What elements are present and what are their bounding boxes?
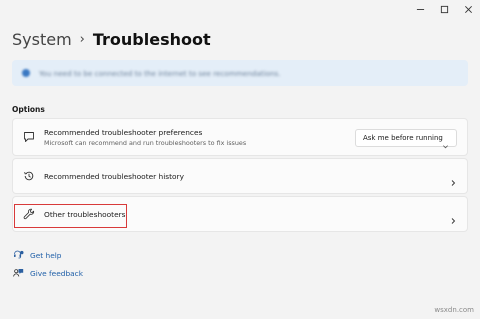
dropdown-selected-value: Ask me before running xyxy=(363,134,443,142)
card-text: Other troubleshooters xyxy=(44,210,126,219)
card-title: Recommended troubleshooter preferences xyxy=(44,127,203,137)
watermark: wsxdn.com xyxy=(434,306,474,314)
chevron-right-icon xyxy=(449,172,457,186)
page-title: Troubleshoot xyxy=(92,30,211,49)
card-text: Recommended troubleshooter history xyxy=(44,172,184,181)
chevron-right-icon xyxy=(449,210,457,224)
preferences-dropdown[interactable]: Ask me before running xyxy=(355,129,457,149)
maximize-button[interactable] xyxy=(432,0,456,18)
notice-text: You need to be connected to the internet… xyxy=(39,68,281,78)
breadcrumb: System › Troubleshoot xyxy=(12,30,211,49)
maximize-icon xyxy=(440,5,448,13)
wrench-icon xyxy=(22,207,36,221)
minimize-button[interactable] xyxy=(408,0,432,18)
help-icon xyxy=(13,250,24,261)
card-text: Recommended troubleshooter preferences M… xyxy=(44,128,246,147)
give-feedback-label: Give feedback xyxy=(30,269,84,278)
give-feedback-link[interactable]: Give feedback xyxy=(13,268,83,279)
card-subtitle: Microsoft can recommend and run troubles… xyxy=(44,138,247,147)
minimize-icon xyxy=(416,8,424,10)
breadcrumb-separator: › xyxy=(79,32,85,47)
get-help-link[interactable]: Get help xyxy=(13,250,62,261)
window-controls xyxy=(408,0,480,18)
recommended-history-card[interactable]: Recommended troubleshooter history xyxy=(12,158,468,194)
chevron-down-icon xyxy=(442,135,449,149)
close-icon xyxy=(464,5,472,13)
feedback-icon xyxy=(13,268,24,279)
history-icon xyxy=(22,169,36,183)
chat-message-icon xyxy=(22,130,36,144)
options-heading: Options xyxy=(12,105,45,114)
info-icon xyxy=(22,69,30,77)
recommended-preferences-card: Recommended troubleshooter preferences M… xyxy=(12,118,468,156)
internet-notice: You need to be connected to the internet… xyxy=(12,60,468,86)
breadcrumb-system[interactable]: System xyxy=(12,30,72,49)
get-help-label: Get help xyxy=(30,251,62,260)
card-title: Other troubleshooters xyxy=(44,209,126,219)
close-button[interactable] xyxy=(456,0,480,18)
card-title: Recommended troubleshooter history xyxy=(44,171,184,181)
other-troubleshooters-card[interactable]: Other troubleshooters xyxy=(12,196,468,232)
